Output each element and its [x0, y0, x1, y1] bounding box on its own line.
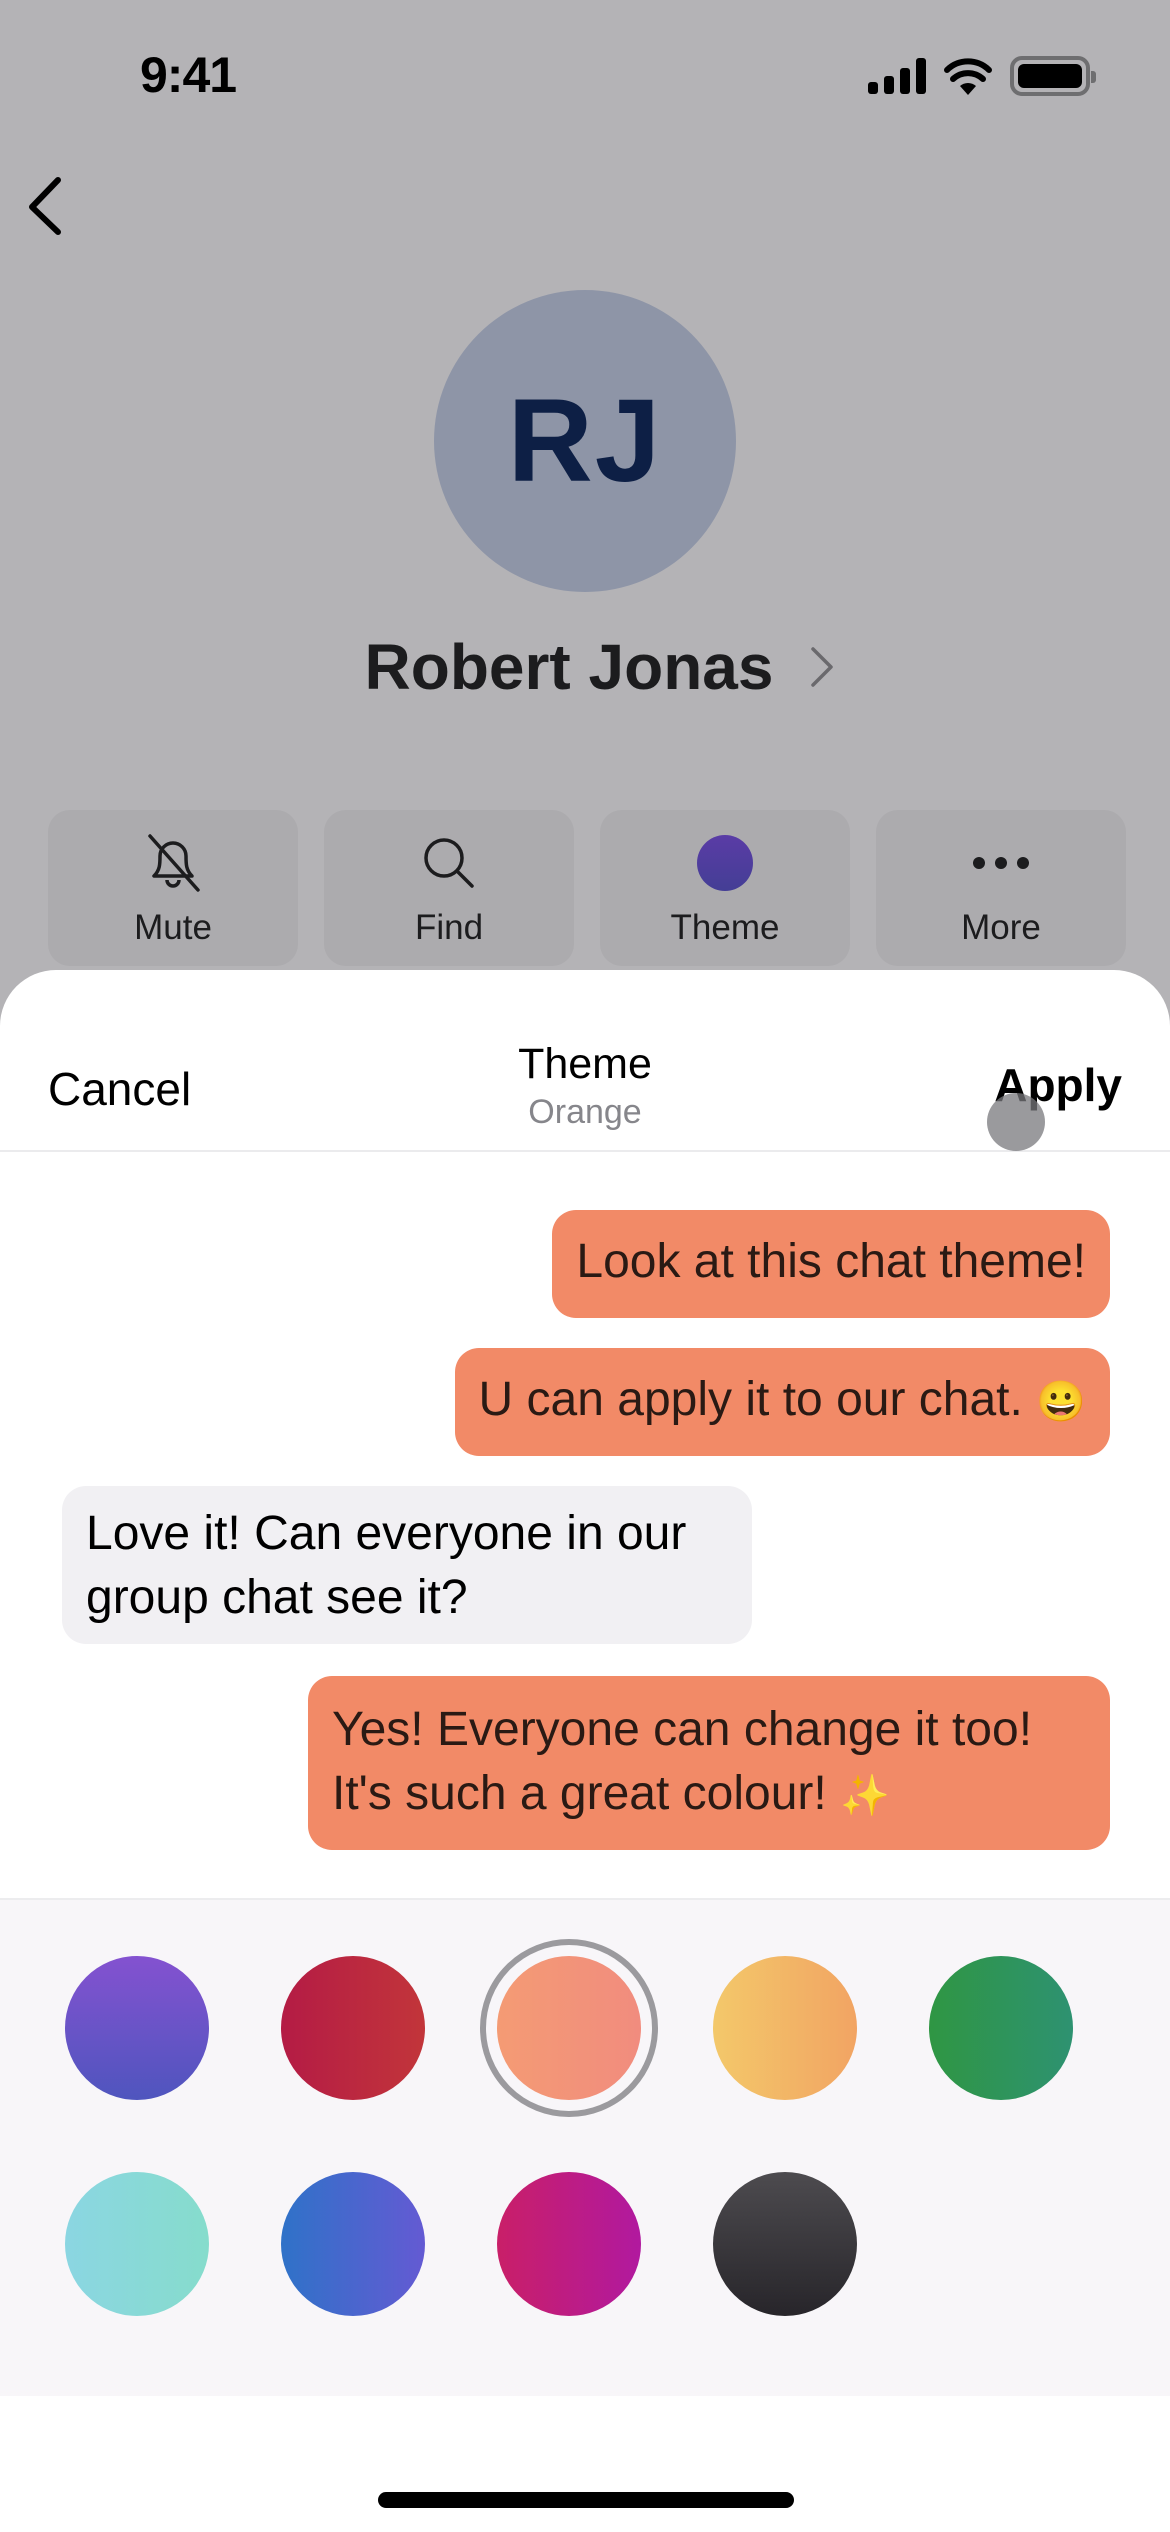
message-bubble-incoming: Love it! Can everyone in our group chat … — [62, 1486, 752, 1644]
color-swatch-purple[interactable] — [65, 1956, 209, 2100]
chevron-right-icon — [811, 647, 834, 687]
color-swatch-green[interactable] — [929, 1956, 1073, 2100]
profile-name: Robert Jonas — [364, 631, 774, 703]
battery-icon — [1010, 56, 1096, 96]
message-bubble-outgoing: Yes! Everyone can change it too! It's su… — [308, 1676, 1110, 1850]
back-button[interactable] — [18, 170, 78, 240]
chat-preview: Look at this chat theme! U can apply it … — [0, 1152, 1170, 1898]
color-picker — [0, 1898, 1170, 2396]
color-swatch-magenta[interactable] — [497, 2172, 641, 2316]
color-swatch-dark[interactable] — [713, 2172, 857, 2316]
find-label: Find — [414, 908, 484, 947]
message-bubble-outgoing: U can apply it to our chat. 😀 — [454, 1348, 1110, 1456]
wifi-icon — [944, 58, 992, 95]
theme-label: Theme — [670, 908, 780, 947]
color-swatch-red[interactable] — [281, 1956, 425, 2100]
theme-button[interactable]: Theme — [600, 810, 850, 966]
message-bubble-outgoing: Look at this chat theme! — [552, 1210, 1110, 1318]
theme-sheet: Cancel Theme Orange Apply Look at this c… — [0, 970, 1170, 2532]
message-text: Look at this chat theme! — [576, 1235, 1086, 1288]
find-button[interactable]: Find — [324, 810, 574, 966]
search-icon — [424, 838, 474, 888]
profile-name-link[interactable]: Robert Jonas — [0, 630, 1170, 704]
status-bar: 9:41 — [0, 0, 1170, 150]
ellipsis-icon — [973, 857, 1029, 869]
color-swatch-yellow[interactable] — [713, 1956, 857, 2100]
message-text: Yes! Everyone can change it too! It's su… — [332, 1703, 1033, 1820]
bell-slash-icon — [148, 834, 200, 892]
avatar: RJ — [434, 290, 736, 592]
more-label: More — [961, 908, 1041, 947]
avatar-initials: RJ — [507, 375, 663, 507]
status-icons — [868, 56, 1096, 96]
status-time: 9:41 — [140, 47, 237, 103]
color-swatch-blue[interactable] — [281, 2172, 425, 2316]
theme-dot-icon — [697, 835, 753, 891]
touch-indicator — [987, 1093, 1045, 1151]
color-swatch-teal[interactable] — [65, 2172, 209, 2316]
home-indicator[interactable] — [378, 2492, 794, 2508]
action-buttons: Mute Find Theme More — [48, 810, 1126, 966]
mute-button[interactable]: Mute — [48, 810, 298, 966]
message-text: U can apply it to our chat. — [478, 1373, 1023, 1426]
grinning-emoji-icon: 😀 — [1036, 1380, 1086, 1424]
more-button[interactable]: More — [876, 810, 1126, 966]
signal-icon — [868, 58, 926, 94]
chevron-left-icon — [29, 177, 61, 235]
message-text: Love it! Can everyone in our group chat … — [86, 1507, 687, 1624]
sparkles-emoji-icon: ✨ — [840, 1774, 890, 1818]
color-swatch-orange[interactable] — [497, 1956, 641, 2100]
sheet-header: Cancel Theme Orange Apply — [0, 970, 1170, 1152]
mute-label: Mute — [134, 908, 212, 947]
